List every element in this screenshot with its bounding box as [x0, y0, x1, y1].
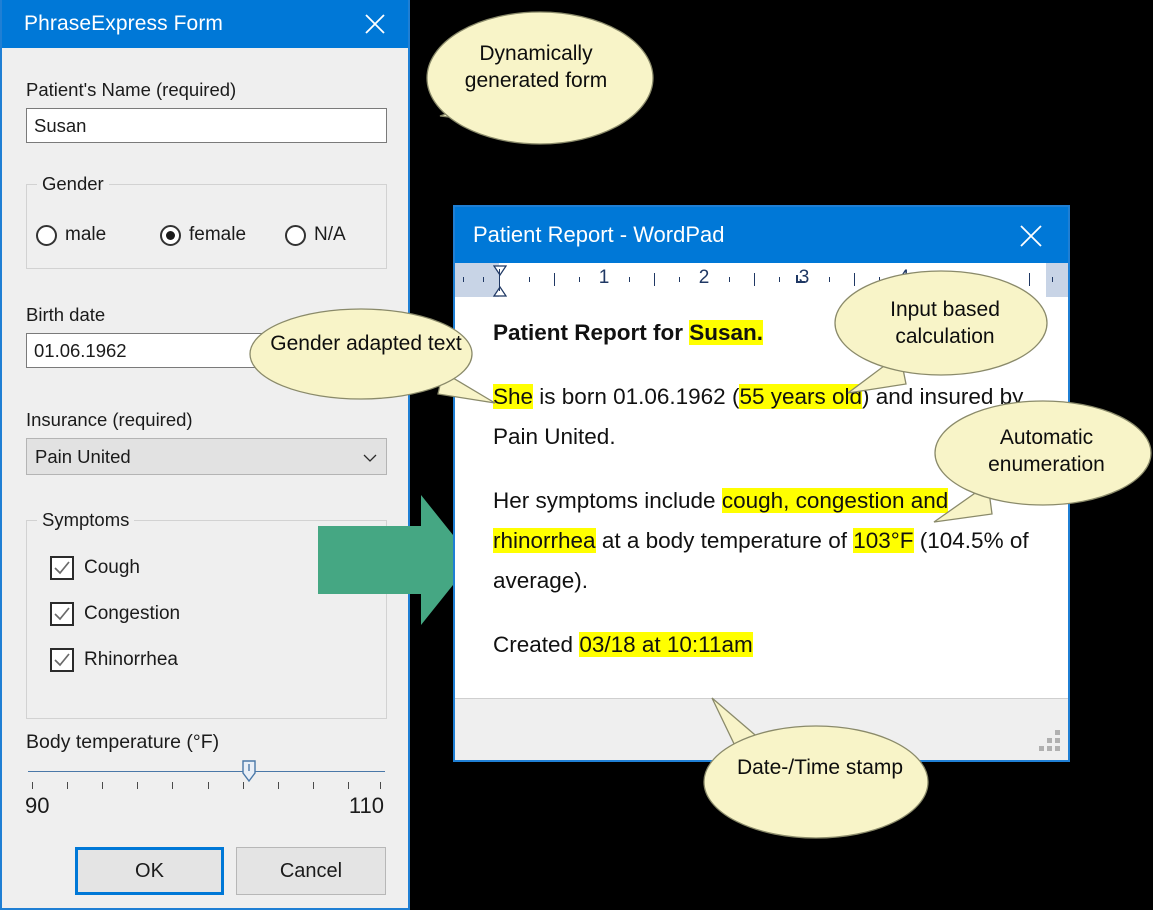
ok-button[interactable]: OK — [75, 847, 224, 895]
temperature-min-label: 90 — [25, 793, 49, 819]
gender-option-label: male — [65, 224, 106, 246]
ruler-number: 1 — [599, 267, 610, 289]
insurance-value: Pain United — [35, 446, 362, 468]
paragraph-segment: She — [493, 384, 533, 409]
gender-option-label: female — [189, 224, 246, 246]
callout-gender-adapted-text: Gender adapted text — [248, 306, 498, 418]
symptom-label: Cough — [84, 557, 140, 579]
wordpad-titlebar: Patient Report - WordPad — [455, 207, 1068, 263]
document-paragraph-3: Created 03/18 at 10:11am — [493, 625, 1048, 665]
form-body: Patient's Name (required) Susan Gender m… — [2, 48, 408, 908]
flow-arrow-icon — [318, 495, 473, 630]
gender-option-label: N/A — [314, 224, 346, 246]
checkbox-checked-icon — [50, 602, 74, 626]
paragraph-segment: Created — [493, 632, 579, 657]
close-icon[interactable] — [360, 9, 390, 39]
callout-date-time-stamp: Date-/Time stamp — [690, 690, 942, 842]
birth-date-label: Birth date — [26, 304, 105, 326]
form-titlebar: PhraseExpress Form — [2, 0, 408, 48]
paragraph-segment: is born 01.06.1962 ( — [533, 384, 739, 409]
heading-prefix: Patient Report for — [493, 320, 689, 345]
paragraph-segment: at a body temperature of — [596, 528, 854, 553]
form-title: PhraseExpress Form — [24, 12, 223, 36]
chevron-down-icon — [362, 449, 378, 465]
cancel-button[interactable]: Cancel — [236, 847, 386, 895]
symptom-checkbox-cough[interactable]: Cough — [50, 556, 140, 580]
ok-button-label: OK — [135, 860, 164, 883]
body-temperature-label: Body temperature (°F) — [26, 731, 219, 754]
paragraph-segment: 03/18 at 10:11am — [579, 632, 752, 657]
radio-icon — [36, 225, 57, 246]
symptom-label: Congestion — [84, 603, 180, 625]
ruler-number: 2 — [699, 267, 710, 289]
symptom-checkbox-congestion[interactable]: Congestion — [50, 602, 180, 626]
paragraph-segment: Her symptoms include — [493, 488, 722, 513]
temperature-slider-track[interactable] — [28, 771, 385, 772]
resize-grip-icon[interactable] — [1038, 730, 1060, 752]
left-indent-icon[interactable] — [493, 285, 507, 297]
symptom-label: Rhinorrhea — [84, 649, 178, 671]
temperature-slider-thumb[interactable] — [242, 760, 256, 782]
close-icon[interactable] — [1016, 221, 1046, 251]
heading-highlight: Susan. — [689, 320, 763, 345]
symptoms-group-label: Symptoms — [37, 509, 134, 531]
wordpad-title: Patient Report - WordPad — [473, 222, 725, 248]
checkbox-checked-icon — [50, 556, 74, 580]
temperature-max-label: 110 — [349, 793, 384, 819]
callout-dynamically-generated-form: Dynamically generated form — [400, 6, 658, 166]
radio-icon — [285, 225, 306, 246]
ruler-number: 3 — [799, 267, 810, 289]
symptom-checkbox-rhinorrhea[interactable]: Rhinorrhea — [50, 648, 178, 672]
gender-group-label: Gender — [37, 173, 109, 195]
insurance-select[interactable]: Pain United — [26, 438, 387, 475]
cancel-button-label: Cancel — [280, 860, 342, 883]
first-line-indent-icon[interactable] — [493, 264, 507, 282]
phraseexpress-form-dialog: PhraseExpress Form Patient's Name (requi… — [0, 0, 410, 910]
gender-option-na[interactable]: N/A — [285, 224, 346, 246]
paragraph-segment: 103°F — [853, 528, 913, 553]
gender-option-male[interactable]: male — [36, 224, 160, 246]
radio-icon-selected — [160, 225, 181, 246]
patient-name-label: Patient's Name (required) — [26, 79, 236, 101]
patient-name-value: Susan — [34, 115, 86, 137]
gender-radio-group: male female N/A — [36, 224, 346, 246]
callout-automatic-enumeration: Automatic enumeration — [928, 398, 1153, 526]
insurance-label: Insurance (required) — [26, 409, 193, 431]
callout-input-based-calculation: Input based calculation — [828, 268, 1058, 396]
birth-date-value: 01.06.1962 — [34, 340, 127, 362]
screenshot-root: PhraseExpress Form Patient's Name (requi… — [0, 0, 1153, 910]
gender-option-female[interactable]: female — [160, 224, 285, 246]
checkbox-checked-icon — [50, 648, 74, 672]
patient-name-input[interactable]: Susan — [26, 108, 387, 143]
